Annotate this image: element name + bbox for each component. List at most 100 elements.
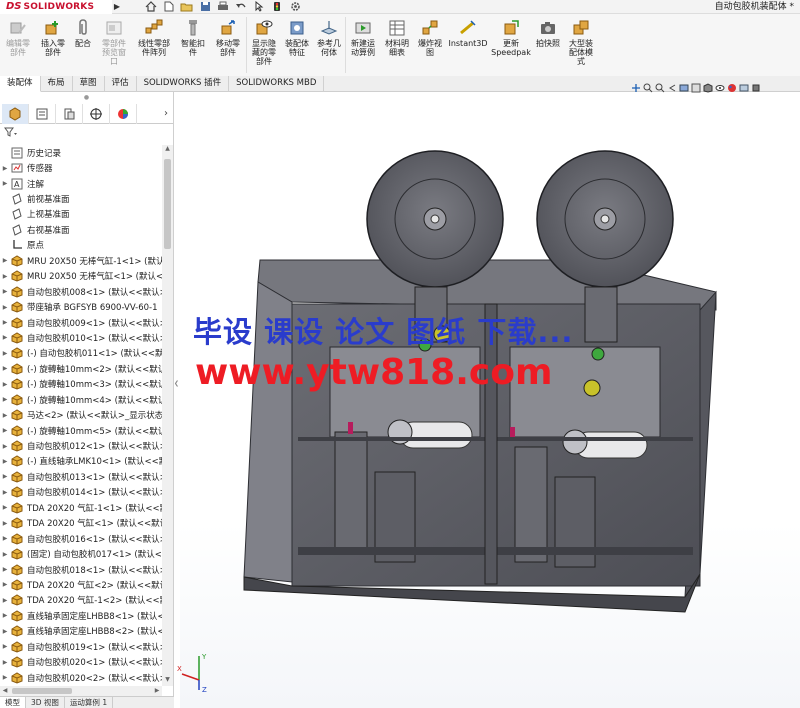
tree-filter[interactable] [0,124,173,139]
tree-item[interactable]: ▶ 直线轴承固定座LHBB8<1> (默认<< [0,608,162,623]
instant3d-button[interactable]: Instant3D [446,14,490,76]
expand-arrow-icon[interactable]: ▶ [0,412,10,419]
zoom-to-fit-icon[interactable] [642,82,653,94]
tree-item[interactable]: ▶ (-) 自动包胶机011<1> (默认<<默 [0,346,162,361]
open-icon[interactable] [178,1,196,13]
tree-item[interactable]: ▶ (-) 旋轉軸10mm<2> (默认<<默认 [0,361,162,376]
view-settings-icon[interactable] [750,82,761,94]
menu-expand-icon[interactable]: ▶ [112,2,122,11]
expand-arrow-icon[interactable]: ▶ [0,643,10,650]
options-icon[interactable] [286,1,304,13]
expand-arrow-icon[interactable]: ▶ [0,473,10,480]
tree-item[interactable]: 历史记录 [0,145,162,160]
scroll-right-icon[interactable]: ▶ [152,686,162,696]
expand-arrow-icon[interactable]: ▶ [0,334,10,341]
panel-grip[interactable]: ● [0,92,173,104]
tree-item[interactable]: ▶ (-) 直线轴承LMK10<1> (默认<<默 [0,454,162,469]
tree-vertical-scrollbar[interactable]: ▲ ▼ [162,145,173,686]
tree-item[interactable]: ▶ 带座轴承 BGFSYB 6900-VV-60-1 [0,299,162,314]
edit-component-button[interactable]: 编辑零 部件 [0,14,36,76]
dynamic-annotation-icon[interactable] [690,82,701,94]
tree-item[interactable]: ▶ (-) 旋轉軸10mm<4> (默认<<默认 [0,392,162,407]
tab-layout[interactable]: 布局 [41,76,73,92]
expand-arrow-icon[interactable]: ▶ [0,350,10,357]
configurationmanager-icon[interactable] [56,104,83,124]
expand-arrow-icon[interactable]: ▶ [0,458,10,465]
tree-item[interactable]: ▶ (-) 旋轉軸10mm<3> (默认<<默认 [0,377,162,392]
select-arrow-icon[interactable] [250,1,268,13]
tab-solidworks-addins[interactable]: SOLIDWORKS 插件 [137,76,230,92]
dimxpert-icon[interactable] [83,104,110,124]
show-hidden-components-button[interactable]: 显示隐 藏的零 部件 [247,14,281,76]
expand-arrow-icon[interactable]: ▶ [0,396,10,403]
section-view-icon[interactable] [678,82,689,94]
expand-arrow-icon[interactable]: ▶ [0,180,10,187]
expand-arrow-icon[interactable]: ▶ [0,381,10,388]
expand-arrow-icon[interactable]: ▶ [0,551,10,558]
expand-arrow-icon[interactable]: ▶ [0,535,10,542]
undo-icon[interactable] [232,1,250,13]
expand-arrow-icon[interactable]: ▶ [0,304,10,311]
tree-item[interactable]: ▶ TDA 20X20 气缸<2> (默认<<默认 [0,577,162,592]
tab-model[interactable]: 模型 [0,697,26,708]
move-component-button[interactable]: 移动零 部件 [210,14,246,76]
tab-3d-views[interactable]: 3D 视图 [26,697,65,708]
previous-view-icon[interactable] [666,82,677,94]
tree-item[interactable]: ▶ A 注解 [0,176,162,191]
tab-motion-study[interactable]: 运动算例 1 [65,697,114,708]
expand-arrow-icon[interactable]: ▶ [0,319,10,326]
zoom-area-icon[interactable] [654,82,665,94]
tree-item[interactable]: ▶ 自动包胶机020<2> (默认<<默认> [0,670,162,685]
expand-arrow-icon[interactable]: ▶ [0,566,10,573]
scroll-thumb[interactable] [164,159,171,249]
expand-arrow-icon[interactable]: ▶ [0,597,10,604]
tree-item[interactable]: ▶ TDA 20X20 气缸<1> (默认<<默认 [0,516,162,531]
expand-arrow-icon[interactable]: ▶ [0,489,10,496]
insert-component-button[interactable]: 插入零 部件 [36,14,70,76]
expand-arrow-icon[interactable]: ▶ [0,365,10,372]
exploded-view-button[interactable]: 爆炸视图 [414,14,446,76]
tree-item[interactable]: ▶ 自动包胶机010<1> (默认<<默认> [0,330,162,345]
tree-item[interactable]: ▶ 自动包胶机019<1> (默认<<默认> [0,639,162,654]
tree-item[interactable]: ▶ TDA 20X20 气缸-1<2> (默认<<默 [0,593,162,608]
scroll-left-icon[interactable]: ◀ [0,686,10,696]
bill-of-materials-button[interactable]: 材料明 细表 [380,14,414,76]
tree-item[interactable]: ▶ 自动包胶机012<1> (默认<<默认> [0,438,162,453]
print-icon[interactable] [214,1,232,13]
tab-sketch[interactable]: 草图 [73,76,105,92]
tree-item[interactable]: ▶ 自动包胶机009<1> (默认<<默认> [0,315,162,330]
smart-fasteners-button[interactable]: 智能扣件 [176,14,210,76]
scene-icon[interactable] [738,82,749,94]
display-manager-icon[interactable] [110,104,137,124]
expand-arrow-icon[interactable]: ▶ [0,165,10,172]
tree-item[interactable]: 上视基准面 [0,207,162,222]
expand-arrow-icon[interactable]: ▶ [0,659,10,666]
expand-arrow-icon[interactable]: ▶ [0,257,10,264]
solidworks-logo[interactable]: DS SOLIDWORKS [0,0,112,14]
propertymanager-icon[interactable] [29,104,56,124]
snapshot-button[interactable]: 拍快照 [532,14,564,76]
tree-item[interactable]: 原点 [0,238,162,253]
tree-item[interactable]: ▶ 自动包胶机008<1> (默认<<默认> [0,284,162,299]
reference-geometry-button[interactable]: 参考几 何体 [313,14,345,76]
expand-arrow-icon[interactable]: ▶ [0,443,10,450]
expand-arrow-icon[interactable]: ▶ [0,273,10,280]
tree-item[interactable]: ▶ MRU 20X50 无棒气缸<1> (默认< [0,269,162,284]
tree-item[interactable]: ▶ (-) 旋轉軸10mm<5> (默认<<默认 [0,423,162,438]
mate-button[interactable]: 配合 [70,14,96,76]
tab-assembly[interactable]: 装配体 [0,76,41,92]
expand-arrow-icon[interactable]: ▶ [0,288,10,295]
tab-solidworks-mbd[interactable]: SOLIDWORKS MBD [229,76,325,92]
expand-arrow-icon[interactable]: ▶ [0,427,10,434]
expand-arrow-icon[interactable]: ▶ [0,674,10,681]
scroll-down-icon[interactable]: ▼ [162,676,173,686]
save-icon[interactable] [196,1,214,13]
tree-item[interactable]: ▶ 马达<2> (默认<<默认>_显示状态 [0,407,162,422]
tree-item[interactable]: ▶ 传感器 [0,160,162,175]
tree-item[interactable]: ▶ 自动包胶机018<1> (默认<<默认> [0,562,162,577]
tree-item[interactable]: ▶ 自动包胶机016<1> (默认<<默认> [0,531,162,546]
tree-horizontal-scrollbar[interactable]: ◀ ▶ [0,686,162,696]
panel-collapse-handle[interactable]: ❮ [174,380,180,394]
expand-arrow-icon[interactable]: ▶ [0,504,10,511]
scroll-up-icon[interactable]: ▲ [162,145,173,155]
